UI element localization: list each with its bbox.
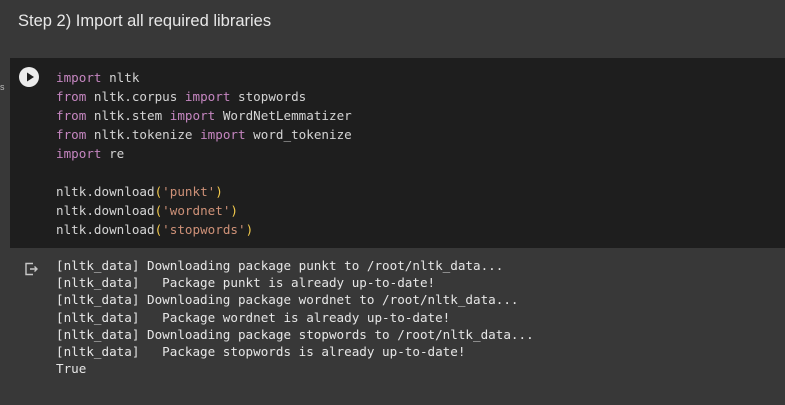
- code-token: re: [101, 146, 125, 161]
- code-token: import: [169, 108, 216, 123]
- code-line: from nltk.tokenize import word_tokenize: [56, 125, 352, 144]
- code-line: from nltk.corpus import stopwords: [56, 87, 352, 106]
- code-token: nltk.download: [56, 222, 155, 237]
- code-token: 'punkt': [162, 184, 216, 199]
- output-line: [nltk_data] Package wordnet is already u…: [56, 309, 451, 325]
- code-token: import: [56, 146, 102, 161]
- code-token: from: [56, 108, 87, 123]
- execution-marker: s: [0, 82, 5, 92]
- code-token: nltk: [101, 70, 140, 85]
- code-token: ): [230, 203, 239, 218]
- code-token: from: [56, 89, 87, 104]
- run-cell-button[interactable]: [19, 67, 39, 87]
- code-token: nltk.corpus: [86, 89, 185, 104]
- code-token: import: [184, 89, 231, 104]
- code-cell[interactable]: import nltk from nltk.corpus import stopw…: [10, 58, 785, 248]
- code-line: import nltk: [56, 68, 352, 87]
- code-token: ): [245, 222, 254, 237]
- play-icon: [27, 72, 34, 82]
- code-token: stopwords: [230, 89, 307, 104]
- code-line: from nltk.stem import WordNetLemmatizer: [56, 106, 352, 125]
- code-token: nltk.download: [56, 184, 155, 199]
- code-token: ): [215, 184, 223, 199]
- code-token: from: [56, 127, 87, 142]
- code-token: nltk.tokenize: [86, 127, 201, 142]
- output-redirect-icon[interactable]: [24, 262, 38, 276]
- output-line: [nltk_data] Package stopwords is already…: [56, 343, 466, 359]
- cell-output: [nltk_data] Downloading package punkt to…: [56, 257, 534, 377]
- output-line: True: [56, 361, 87, 377]
- output-line: [nltk_data] Downloading package stopword…: [56, 326, 534, 342]
- code-line: import re: [56, 144, 352, 163]
- code-token: 'stopwords': [162, 222, 246, 237]
- output-line: [nltk_data] Downloading package punkt to…: [56, 258, 504, 273]
- code-line: nltk.download('stopwords'): [56, 220, 352, 239]
- code-token: nltk.download: [56, 203, 155, 218]
- section-heading: Step 2) Import all required libraries: [18, 12, 272, 30]
- code-token: import: [200, 127, 246, 142]
- code-token: WordNetLemmatizer: [215, 108, 352, 123]
- code-token: nltk.stem: [86, 108, 170, 123]
- code-token: 'wordnet': [162, 203, 231, 218]
- output-line: [nltk_data] Downloading package wordnet …: [56, 292, 519, 308]
- output-line: [nltk_data] Package punkt is already up-…: [56, 275, 436, 291]
- code-line: nltk.download('wordnet'): [56, 201, 352, 220]
- code-editor[interactable]: import nltk from nltk.corpus import stopw…: [56, 68, 352, 239]
- code-line: nltk.download('punkt'): [56, 182, 352, 201]
- code-token: import: [56, 70, 102, 85]
- code-token: word_tokenize: [245, 127, 352, 142]
